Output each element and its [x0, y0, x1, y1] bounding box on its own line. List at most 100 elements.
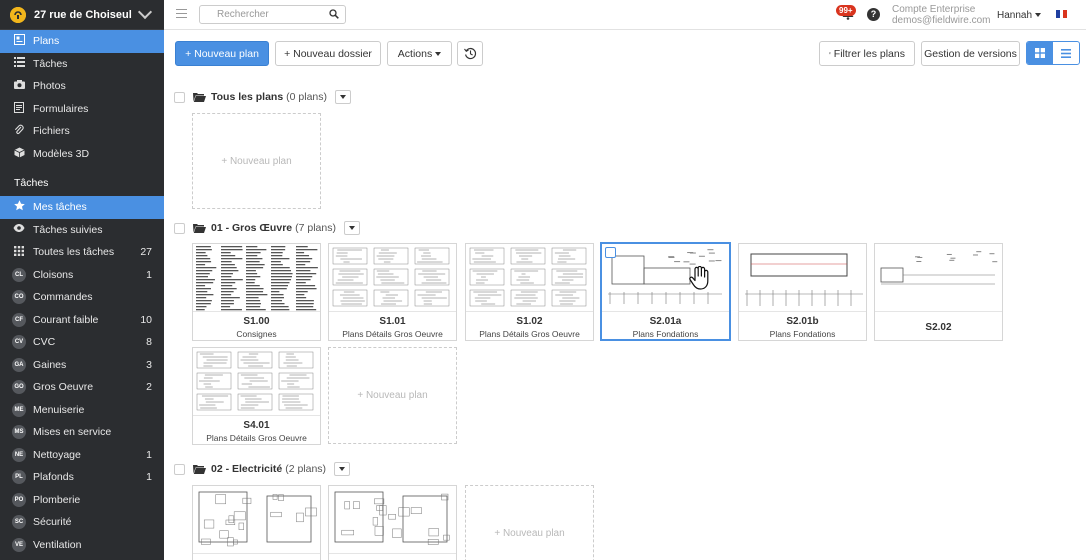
folder-dropdown-button[interactable] — [343, 221, 360, 235]
task-label: Menuiserie — [33, 403, 85, 416]
filter-label: Filtrer les plans — [833, 47, 905, 60]
plan-name: Plans Détails Gros Oeuvre — [206, 433, 307, 443]
task-label: Tâches suivies — [33, 223, 103, 236]
folder-dropdown-button[interactable] — [334, 462, 351, 476]
history-button[interactable] — [457, 41, 483, 66]
task-label: Mises en service — [33, 426, 112, 439]
category-badge: SC — [12, 515, 26, 530]
new-plan-button[interactable]: + Nouveau plan — [175, 41, 269, 66]
nav-item-files[interactable]: Fichiers — [0, 120, 164, 143]
caret-down-icon — [340, 95, 347, 99]
plan-thumbnail — [466, 244, 593, 312]
task-list-item[interactable]: Toutes les tâches 27 — [0, 241, 164, 264]
plan-card[interactable]: S1.00 Consignes — [192, 243, 321, 341]
grid-view-button[interactable] — [1027, 42, 1053, 64]
task-label: Ventilation — [33, 538, 82, 551]
plan-card[interactable]: S4.01 Plans Détails Gros Oeuvre — [192, 347, 321, 445]
account-info[interactable]: Compte Enterprise demos@fieldwire.com — [892, 4, 991, 26]
task-list-item[interactable]: PO Plomberie — [0, 489, 164, 512]
version-management-button[interactable]: Gestion de versions — [921, 41, 1020, 66]
search-placeholder: Rechercher — [217, 9, 269, 20]
task-count: 1 — [146, 471, 152, 484]
task-list-item[interactable]: VE Ventilation — [0, 534, 164, 557]
task-list-item[interactable]: GO Gros Oeuvre 2 — [0, 376, 164, 399]
new-plan-card[interactable]: + Nouveau plan — [192, 113, 321, 209]
folder-name[interactable]: 01 - Gros Œuvre — [211, 222, 292, 234]
task-list-item[interactable]: ME Menuiserie — [0, 399, 164, 422]
plan-card[interactable]: S2.02 — [874, 243, 1003, 341]
nav-item-photos[interactable]: Photos — [0, 75, 164, 98]
category-badge: VE — [12, 537, 26, 552]
filter-plans-button[interactable]: Filtrer les plans — [819, 41, 915, 66]
category-badge: PO — [12, 492, 26, 507]
chevron-down-icon[interactable] — [137, 4, 153, 20]
nav-item-plans[interactable]: Plans — [0, 30, 164, 53]
plan-checkbox[interactable] — [605, 247, 616, 258]
task-list-item[interactable]: Mes tâches — [0, 196, 164, 219]
caret-down-icon — [339, 467, 346, 471]
plan-name: Consignes — [236, 329, 277, 339]
new-folder-button[interactable]: + Nouveau dossier — [275, 41, 381, 66]
tasks-icon — [12, 57, 26, 70]
plan-card[interactable] — [192, 485, 321, 560]
nav-label: Fichiers — [33, 125, 70, 138]
main-nav: Plans Tâches Photos Formulaires Fichiers — [0, 30, 164, 165]
folder-name[interactable]: 02 - Electricité — [211, 463, 282, 475]
french-flag-icon[interactable] — [1056, 10, 1068, 18]
task-list-item[interactable]: PL Plafonds 1 — [0, 466, 164, 489]
plan-name: Plans Fondations — [632, 329, 699, 339]
folder-checkbox[interactable] — [174, 222, 185, 234]
user-name: Hannah — [997, 10, 1033, 21]
plan-card[interactable]: S1.02 Plans Détails Gros Oeuvre — [465, 243, 594, 341]
nav-item-forms[interactable]: Formulaires — [0, 98, 164, 121]
forms-icon — [12, 101, 26, 116]
folder-checkbox[interactable] — [174, 91, 185, 103]
category-badge: CL — [12, 267, 26, 282]
nav-label: Modèles 3D — [33, 147, 90, 160]
actions-label: Actions — [397, 47, 433, 60]
task-list-item[interactable]: CO Commandes — [0, 286, 164, 309]
nav-item-tasks[interactable]: Tâches — [0, 53, 164, 76]
folder-name[interactable]: Tous les plans — [211, 91, 283, 103]
plan-name: Plans Fondations — [769, 329, 836, 339]
menu-icon[interactable] — [176, 9, 187, 21]
folder-checkbox[interactable] — [174, 463, 185, 475]
plan-name: Plans Détails Gros Oeuvre — [342, 329, 443, 339]
notification-count[interactable]: 99+ — [836, 5, 856, 16]
task-list-item[interactable]: SC Sécurité — [0, 511, 164, 534]
actions-button[interactable]: Actions — [387, 41, 452, 66]
plan-card[interactable] — [328, 485, 457, 560]
task-list-item[interactable]: GA Gaines 3 — [0, 354, 164, 377]
task-list-item[interactable]: CL Cloisons 1 — [0, 264, 164, 287]
plan-card-selected[interactable]: S2.01a Plans Fondations — [600, 242, 731, 341]
category-badge: CF — [12, 312, 26, 327]
task-label: CVC — [33, 336, 56, 349]
plan-thumbnail — [875, 244, 1002, 312]
nav-item-3d-models[interactable]: Modèles 3D — [0, 143, 164, 166]
task-list-item[interactable]: CV CVC 8 — [0, 331, 164, 354]
user-menu[interactable]: Hannah — [997, 10, 1042, 21]
search-icon[interactable] — [329, 9, 339, 19]
task-list-item[interactable]: Tâches suivies — [0, 219, 164, 242]
help-icon[interactable]: ? — [867, 8, 880, 21]
project-switcher[interactable]: 27 rue de Choiseul — [0, 0, 164, 30]
task-list-item[interactable]: NE Nettoyage 1 — [0, 444, 164, 467]
filter-icon — [829, 52, 831, 55]
task-count: 1 — [146, 268, 152, 281]
folder-dropdown-button[interactable] — [335, 90, 352, 104]
task-list-item[interactable]: CF Courant faible 10 — [0, 309, 164, 332]
account-email: demos@fieldwire.com — [892, 15, 991, 26]
task-count: 27 — [140, 246, 152, 259]
plan-thumbnail — [193, 244, 320, 312]
task-list-item[interactable]: MS Mises en service — [0, 421, 164, 444]
plan-card[interactable]: S2.01b Plans Fondations — [738, 243, 867, 341]
list-view-button[interactable] — [1053, 42, 1079, 64]
new-plan-card[interactable]: + Nouveau plan — [328, 347, 457, 444]
caret-down-icon — [1035, 13, 1042, 18]
new-plan-card[interactable]: + Nouveau plan — [465, 485, 594, 560]
plan-thumbnail — [329, 244, 456, 312]
plan-card[interactable]: S1.01 Plans Détails Gros Oeuvre — [328, 243, 457, 341]
search-input[interactable]: Rechercher — [199, 5, 346, 24]
project-name: 27 rue de Choiseul — [34, 8, 132, 21]
task-label: Toutes les tâches — [33, 246, 115, 259]
